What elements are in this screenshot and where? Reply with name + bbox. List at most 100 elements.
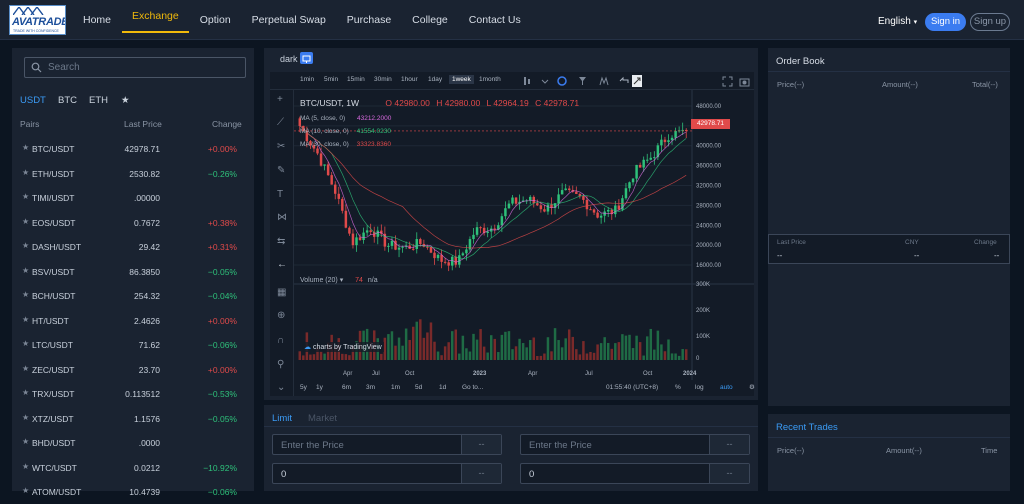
sell-amount-input[interactable]: 0 -- [520,463,750,484]
brand-logo[interactable]: AVATRADE TRADE WITH CONFIDENCE [9,5,66,35]
crosshair-icon[interactable]: + [277,94,283,105]
magnet-icon[interactable]: ∩ [277,335,284,346]
tab-btc[interactable]: BTC [58,95,77,106]
pair-row[interactable]: ★ XTZ/USDT 1.1576 −0.05% [12,406,254,431]
text-tool-icon[interactable]: T [277,189,283,200]
buy-amount-input[interactable]: 0 -- [272,463,502,484]
favorite-star-icon[interactable]: ★ [22,388,29,397]
range-3[interactable]: 3m [366,384,375,391]
nav-option[interactable]: Option [200,0,231,40]
fullscreen-icon[interactable] [722,76,750,87]
price-tick: 36000.00 [696,164,722,170]
pair-row[interactable]: ★ LTC/USDT 71.62 −0.06% [12,332,254,357]
sign-in-button[interactable]: Sign in [925,13,966,31]
chart-tool-icons[interactable] [522,75,642,87]
pair-row[interactable]: ★ ZEC/USDT 23.70 +0.00% [12,357,254,382]
search-input[interactable]: Search [24,57,246,78]
volume-bar [660,344,663,360]
favorite-star-icon[interactable]: ★ [22,339,29,348]
pair-row[interactable]: ★ TRX/USDT 0.113512 −0.53% [12,381,254,406]
favorite-star-icon[interactable]: ★ [22,413,29,422]
favorite-star-icon[interactable]: ★ [22,315,29,324]
favorite-star-icon[interactable]: ★ [22,266,29,275]
language-select[interactable]: English ▾ [878,16,917,27]
tradingview-watermark[interactable]: ☁ charts by TradingView [302,342,384,352]
nav-exchange[interactable]: Exchange [122,0,189,33]
favorite-star-icon[interactable]: ★ [22,192,29,201]
favorite-star-icon[interactable]: ★ [22,364,29,373]
pair-row[interactable]: ★ TIMI/USDT .00000 [12,185,254,210]
pair-row[interactable]: ★ BSV/USDT 86.3850 −0.05% [12,259,254,284]
range-1[interactable]: 1y [316,384,323,391]
sell-price-input[interactable]: Enter the Price -- [520,434,750,455]
timeframe-30min[interactable]: 30min [374,76,392,83]
sign-up-button[interactable]: Sign up [970,13,1010,31]
chart-option-1[interactable]: log [695,384,704,391]
pair-row[interactable]: ★ ETH/USDT 2530.82 −0.26% [12,161,254,186]
chart-option-0[interactable]: % [675,384,681,391]
favorite-star-icon[interactable]: ★ [22,241,29,250]
chart-option-2[interactable]: auto [720,384,733,391]
chevron-down-icon[interactable]: ⌄ [277,382,285,393]
nav-home[interactable]: Home [83,0,111,40]
pair-row[interactable]: ★ WTC/USDT 0.0212 −10.92% [12,455,254,480]
favorite-star-icon[interactable]: ★ [22,168,29,177]
volume-bar [493,338,497,360]
ohlc-high: H 42980.00 [436,98,481,108]
nav-college[interactable]: College [412,0,448,40]
brush-icon[interactable]: ✎ [277,165,285,176]
favorite-star-icon[interactable]: ★ [22,290,29,299]
candle-body [436,254,440,259]
prediction-icon[interactable]: ⇆ [277,236,285,247]
tradingview-chart[interactable]: 1min 5min 15min 30min 1hour 1day 1week 1… [270,72,755,396]
timeframe-1month[interactable]: 1month [479,76,501,83]
range-0[interactable]: 5y [300,384,307,391]
range-5[interactable]: 5d [415,384,422,391]
tab-limit[interactable]: Limit [272,413,292,424]
fib-icon[interactable]: ✂ [277,141,285,152]
tab-favorites[interactable]: ★ [121,95,130,106]
theme-toggle-button[interactable] [300,52,313,64]
volume-bar [447,342,450,360]
zoom-in-icon[interactable]: ⊕ [277,310,285,321]
timeframe-1hour[interactable]: 1hour [401,76,418,83]
nav-contact[interactable]: Contact Us [469,0,521,40]
chart-settings-icon[interactable]: ⚙ [749,383,755,391]
pair-change: −10.92% [203,462,237,473]
timeframe-1min[interactable]: 1min [300,76,314,83]
favorite-star-icon[interactable]: ★ [22,462,29,471]
pair-row[interactable]: ★ DASH/USDT 29.42 +0.31% [12,234,254,259]
ma5-value: 43212.2000 [356,115,392,122]
range-7[interactable]: Go to... [462,384,483,391]
pattern-icon[interactable]: ⋈ [277,212,287,223]
arrow-left-icon[interactable]: ← [277,259,287,270]
favorite-star-icon[interactable]: ★ [22,217,29,226]
lock-icon[interactable]: ⚲ [277,359,284,370]
favorite-star-icon[interactable]: ★ [22,143,29,152]
pair-row[interactable]: ★ HT/USDT 2.4626 +0.00% [12,308,254,333]
pair-row[interactable]: ★ BCH/USDT 254.32 −0.04% [12,283,254,308]
nav-purchase[interactable]: Purchase [347,0,391,40]
range-6[interactable]: 1d [439,384,446,391]
trendline-icon[interactable]: ⟋ [277,117,284,128]
measure-icon[interactable]: ▦ [277,287,286,298]
timeframe-1day[interactable]: 1day [428,76,442,83]
tab-usdt[interactable]: USDT [20,95,46,106]
range-4[interactable]: 1m [391,384,400,391]
tab-eth[interactable]: ETH [89,95,108,106]
timeframe-1week[interactable]: 1week [449,75,474,84]
timeframe-15min[interactable]: 15min [347,76,365,83]
nav-perpetual-swap[interactable]: Perpetual Swap [252,0,326,40]
range-2[interactable]: 6m [342,384,351,391]
timeframe-5min[interactable]: 5min [324,76,338,83]
candle-body [486,231,489,234]
pair-row[interactable]: ★ BTC/USDT 42978.71 +0.00% [12,136,254,161]
buy-price-input[interactable]: Enter the Price -- [272,434,502,455]
pair-row[interactable]: ★ BHD/USDT .0000 [12,430,254,455]
pair-row[interactable]: ★ EOS/USDT 0.7672 +0.38% [12,210,254,235]
tab-market[interactable]: Market [308,413,337,424]
favorite-star-icon[interactable]: ★ [22,437,29,446]
pair-last-price: 0.113512 [125,389,160,399]
pair-row[interactable]: ★ ATOM/USDT 10.4739 −0.06% [12,479,254,504]
candle-body [617,205,621,210]
